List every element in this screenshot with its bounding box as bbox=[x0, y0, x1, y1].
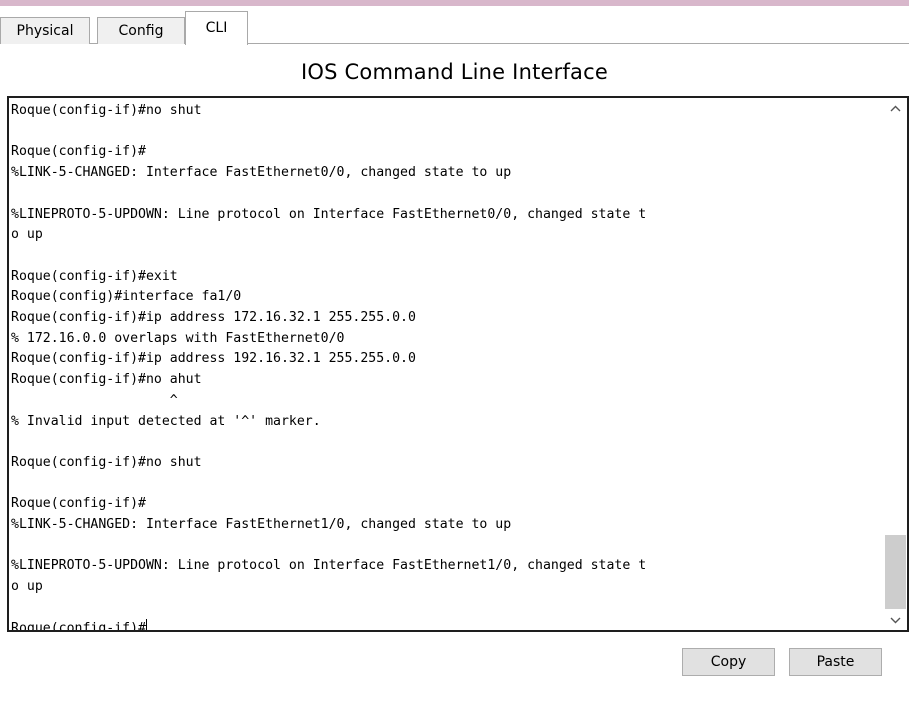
tab-physical[interactable]: Physical bbox=[0, 17, 90, 44]
page-title: IOS Command Line Interface bbox=[301, 60, 608, 84]
window-top-accent bbox=[0, 0, 909, 6]
console-line: Roque(config-if)# bbox=[11, 144, 146, 160]
console-line: Roque(config)#interface fa1/0 bbox=[11, 289, 242, 305]
cli-window: Physical Config CLI IOS Command Line Int… bbox=[0, 0, 909, 708]
chevron-up-icon[interactable] bbox=[884, 99, 907, 117]
tab-bar: Physical Config CLI bbox=[0, 11, 909, 45]
console-line: o up bbox=[11, 227, 43, 243]
console-line: % Invalid input detected at '^' marker. bbox=[11, 413, 321, 429]
console-history: Roque(config-if)#no shut Roque(config-if… bbox=[11, 103, 646, 594]
console-line: Roque(config-if)#no shut bbox=[11, 103, 202, 118]
tab-cli[interactable]: CLI bbox=[185, 11, 248, 45]
console-scrollbar[interactable] bbox=[884, 98, 907, 630]
console-line: ^ bbox=[11, 392, 178, 408]
console-prompt: Roque(config-if)# bbox=[11, 620, 146, 632]
paste-button[interactable]: Paste bbox=[789, 648, 882, 676]
chevron-down-icon[interactable] bbox=[884, 611, 907, 629]
cli-console[interactable]: Roque(config-if)#no shut Roque(config-if… bbox=[7, 96, 909, 632]
console-line: %LINEPROTO-5-UPDOWN: Line protocol on In… bbox=[11, 206, 647, 222]
console-line: % 172.16.0.0 overlaps with FastEthernet0… bbox=[11, 330, 345, 346]
console-line: Roque(config-if)#no ahut bbox=[11, 372, 202, 388]
console-line: %LINK-5-CHANGED: Interface FastEthernet0… bbox=[11, 165, 512, 181]
tab-config[interactable]: Config bbox=[97, 17, 185, 44]
console-line: %LINEPROTO-5-UPDOWN: Line protocol on In… bbox=[11, 558, 647, 574]
scroll-thumb[interactable] bbox=[885, 535, 906, 609]
text-cursor bbox=[145, 618, 147, 630]
console-line: o up bbox=[11, 579, 43, 595]
console-line: Roque(config-if)#exit bbox=[11, 268, 178, 284]
copy-button[interactable]: Copy bbox=[682, 648, 775, 676]
console-output[interactable]: Roque(config-if)#no shut Roque(config-if… bbox=[11, 101, 881, 632]
console-line: Roque(config-if)#ip address 172.16.32.1 … bbox=[11, 310, 416, 326]
console-line: %LINK-5-CHANGED: Interface FastEthernet1… bbox=[11, 517, 512, 533]
console-line: Roque(config-if)#no shut bbox=[11, 454, 202, 470]
console-line: Roque(config-if)#ip address 192.16.32.1 … bbox=[11, 351, 416, 367]
console-line: Roque(config-if)# bbox=[11, 496, 146, 512]
